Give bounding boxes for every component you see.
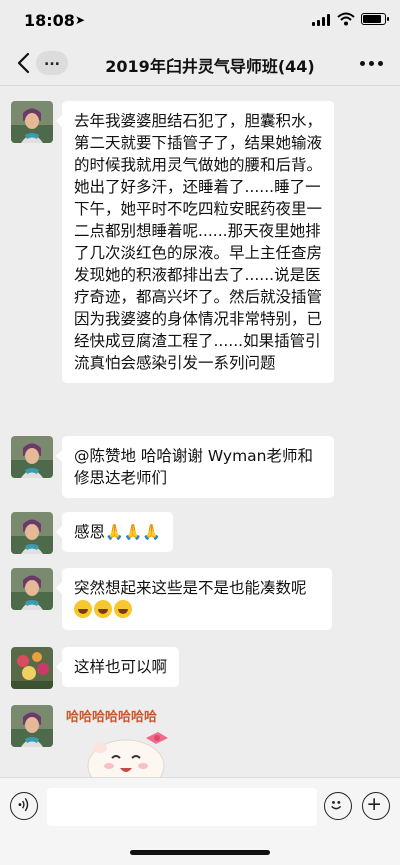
nav-bar: ... 2019年臼井灵气导师班(44) (0, 40, 400, 86)
message-bubble[interactable]: 去年我婆婆胆结石犯了，胆囊积水，第二天就要下插管子了，结果她输液的时候我就用灵气… (56, 101, 334, 383)
emoji-button[interactable] (324, 792, 352, 820)
avatar[interactable] (11, 436, 53, 478)
home-indicator (130, 850, 270, 855)
message-text: 感恩 (74, 523, 106, 541)
wifi-icon (337, 12, 355, 26)
sticker-message[interactable]: 哈哈哈哈哈哈哈 (66, 700, 186, 780)
message-bubble[interactable]: 突然想起来这些是不是也能凑数呢 (56, 568, 332, 630)
sticker-text: 哈哈哈哈哈哈哈 (66, 710, 158, 725)
avatar[interactable] (11, 568, 53, 610)
message-text: @陈赞地 哈哈谢谢 Wyman老师和修思达老师们 (74, 447, 314, 487)
laugh-cry-emoji (94, 600, 112, 618)
avatar[interactable] (11, 512, 53, 554)
voice-input-button[interactable] (10, 792, 38, 820)
battery-icon (361, 13, 389, 25)
back-button[interactable]: ... (36, 51, 68, 75)
message-bubble[interactable]: 感恩🙏🙏🙏 (55, 512, 174, 552)
avatar[interactable] (11, 647, 53, 689)
message-text: 突然想起来这些是不是也能凑数呢 (74, 579, 307, 597)
laugh-cry-emoji (74, 600, 92, 618)
laughing-piglet-sticker-icon (87, 732, 168, 780)
more-options-icon[interactable] (358, 54, 384, 72)
message-bubble[interactable]: 这样也可以啊 (55, 647, 180, 687)
location-arrow-icon: ➤ (75, 13, 86, 27)
folded-hands-emoji: 🙏🙏🙏 (105, 523, 162, 541)
status-time: 18:08 (24, 11, 75, 30)
message-text: 去年我婆婆胆结石犯了，胆囊积水，第二天就要下插管子了，结果她输液的时候我就用灵气… (74, 112, 323, 372)
status-bar: 18:08 ➤ (0, 0, 400, 40)
message-text: 这样也可以啊 (74, 658, 168, 676)
plus-icon (368, 798, 380, 810)
smiley-icon (331, 800, 342, 810)
laugh-cry-emoji (114, 600, 132, 618)
more-functions-button[interactable] (362, 792, 390, 820)
chat-title: 2019年臼井灵气导师班(44) (105, 57, 315, 76)
avatar[interactable] (11, 101, 53, 143)
message-input[interactable] (47, 788, 317, 826)
voice-wave-icon (18, 797, 29, 812)
cellular-signal-icon (312, 14, 330, 26)
avatar[interactable] (11, 705, 53, 747)
back-chevron-icon[interactable] (14, 52, 34, 74)
message-bubble[interactable]: @陈赞地 哈哈谢谢 Wyman老师和修思达老师们 (56, 436, 334, 498)
